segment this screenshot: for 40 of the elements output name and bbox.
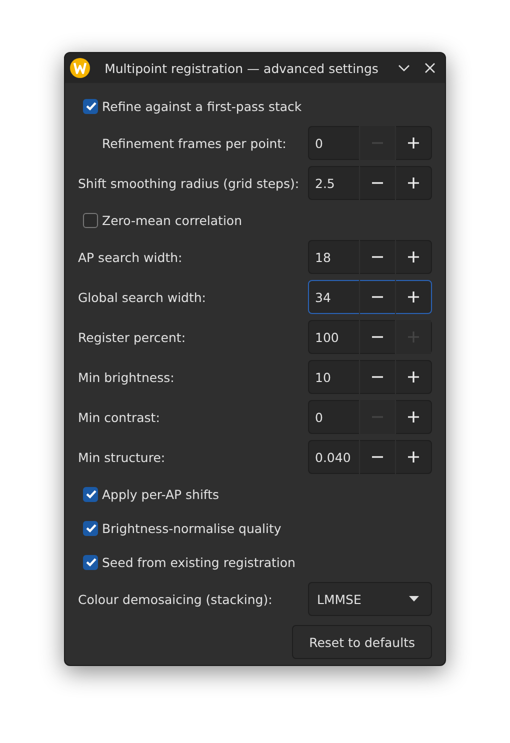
- spin-box[interactable]: 10: [308, 360, 432, 394]
- field-label: Min brightness:: [78, 370, 174, 384]
- spin-box[interactable]: 2.5: [308, 166, 432, 200]
- checkbox-label: Seed from existing registration: [102, 554, 296, 570]
- field-label: Min contrast:: [78, 410, 160, 424]
- spin-value: 18: [314, 250, 332, 264]
- field-label: Min structure:: [78, 450, 166, 464]
- checkbox-label: Apply per-AP shifts: [102, 486, 220, 502]
- field-label: Register percent:: [78, 330, 186, 344]
- app-logo-icon: [70, 58, 90, 78]
- spin-value: 0: [314, 136, 324, 150]
- spin-box[interactable]: 18: [308, 240, 432, 274]
- field-label: Refinement frames per point:: [101, 136, 286, 150]
- checkbox-label: Brightness-normalise quality: [102, 520, 282, 536]
- dropdown-arrow-icon: [409, 596, 419, 602]
- checkbox[interactable]: [83, 554, 98, 570]
- window-title: Multipoint registration — advanced settings: [104, 60, 380, 76]
- field-label: Shift smoothing radius (grid steps):: [78, 176, 300, 190]
- spin-box[interactable]: 0.040: [308, 440, 432, 474]
- spin-value: 100: [314, 330, 340, 344]
- checkbox[interactable]: [83, 520, 98, 536]
- spin-value: 0.040: [314, 450, 352, 464]
- checkbox[interactable]: [83, 486, 98, 502]
- checkbox[interactable]: [83, 98, 98, 114]
- dropdown[interactable]: LMMSE: [308, 582, 432, 616]
- spin-box[interactable]: 0: [308, 400, 432, 434]
- checkbox-label: Zero-mean correlation: [102, 212, 242, 228]
- field-label: Global search width:: [78, 290, 206, 304]
- spin-value: 10: [314, 370, 332, 384]
- checkbox[interactable]: [83, 212, 98, 228]
- reset-button[interactable]: Reset to defaults: [292, 625, 432, 659]
- close-icon[interactable]: [423, 61, 437, 75]
- field-label: Colour demosaicing (stacking):: [78, 592, 272, 606]
- field-label: AP search width:: [78, 250, 182, 264]
- spin-value: 0: [314, 410, 324, 424]
- spin-value: 2.5: [314, 176, 336, 190]
- spin-box[interactable]: 34: [308, 280, 432, 314]
- spin-box[interactable]: 0: [308, 126, 432, 160]
- checkbox-label: Refine against a first-pass stack: [102, 98, 302, 114]
- spin-value: 34: [314, 290, 332, 304]
